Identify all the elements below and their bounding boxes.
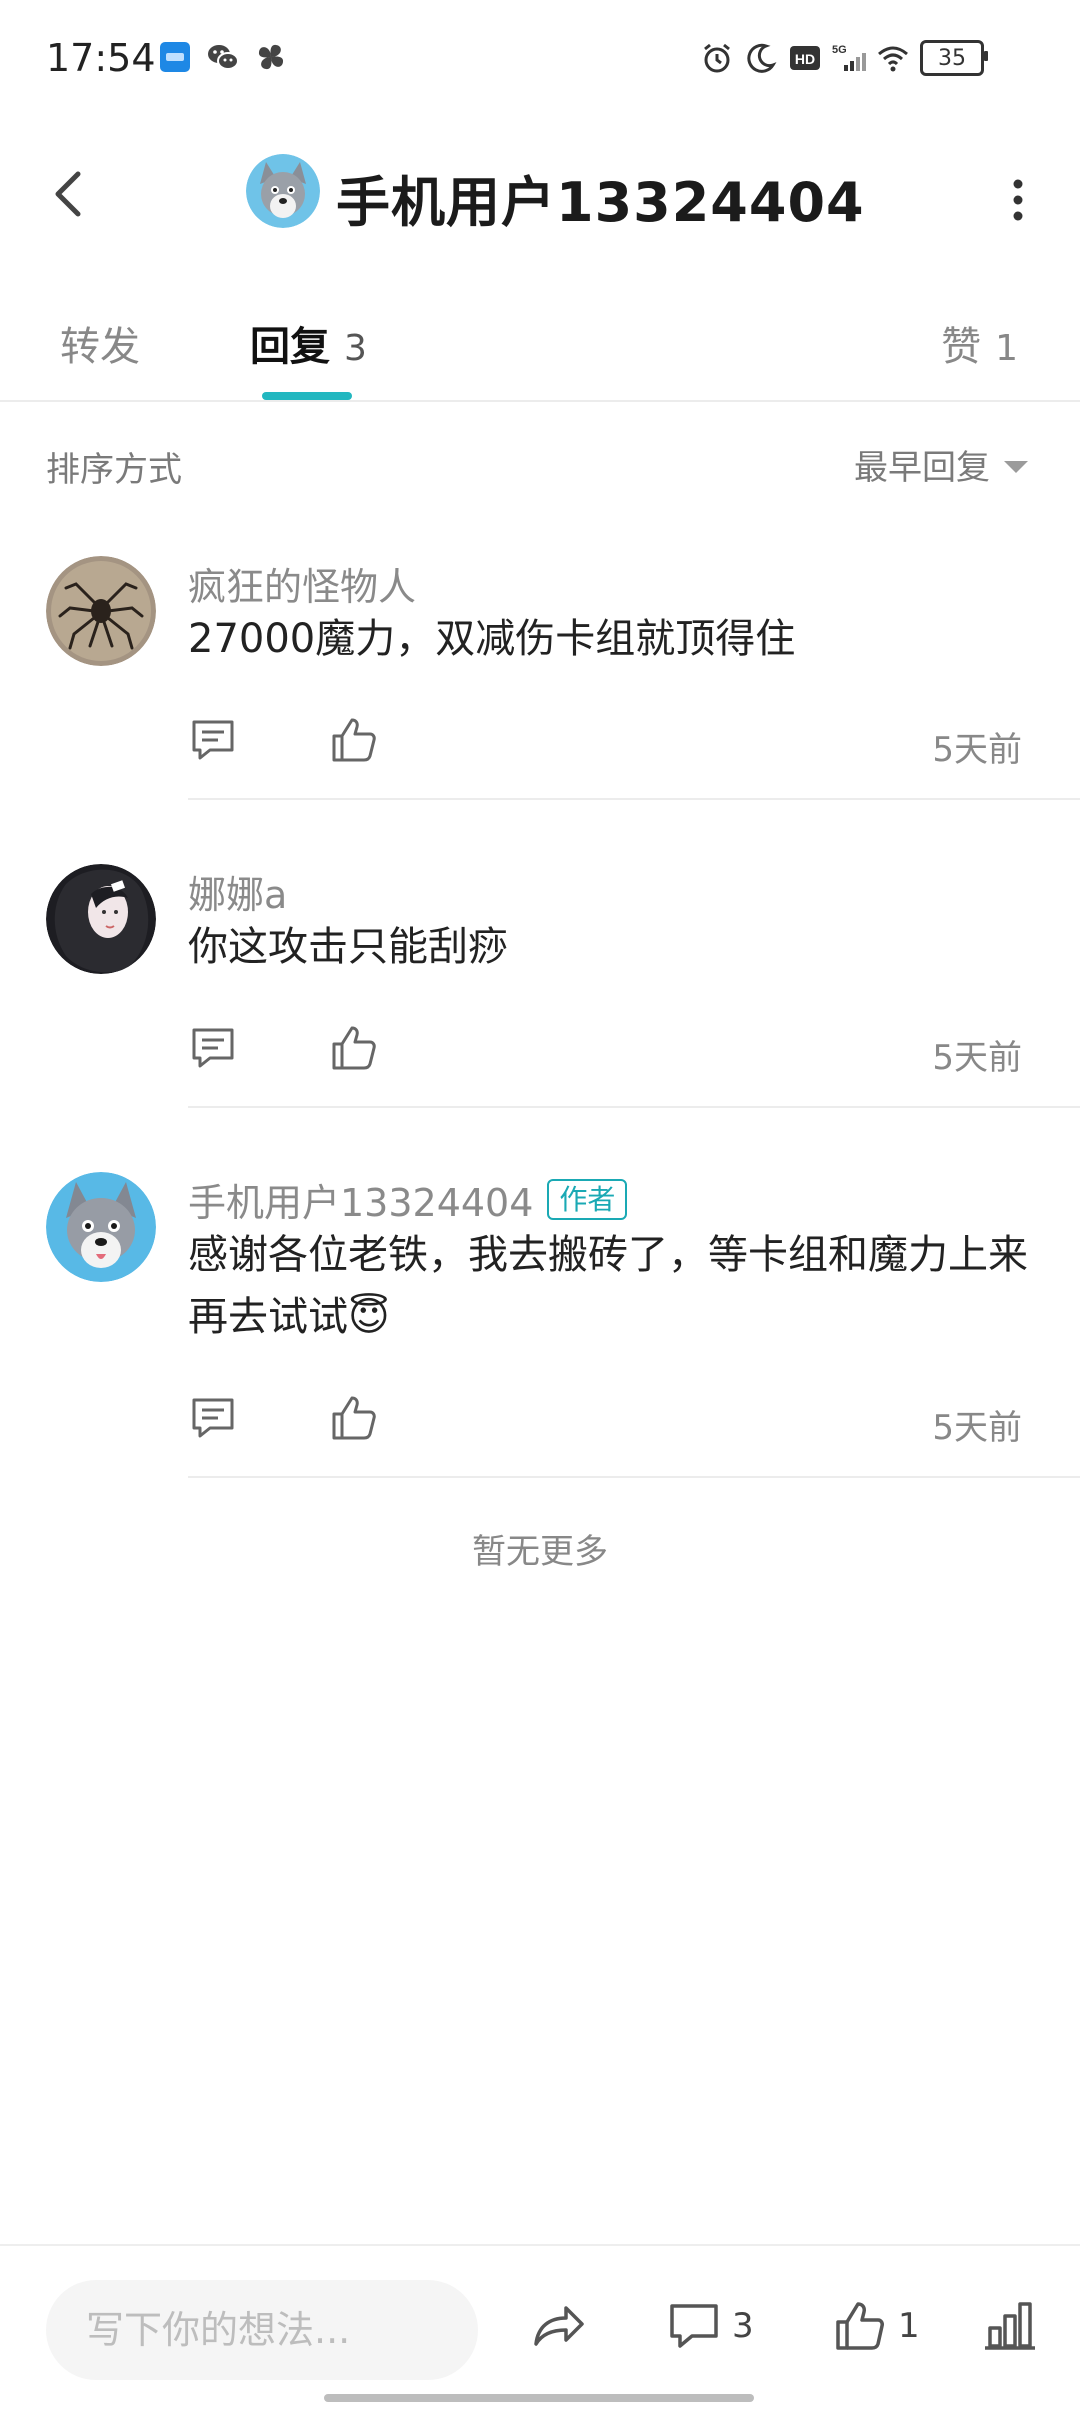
thumbs-up-icon — [836, 2302, 884, 2350]
tab-forward-label: 转发 — [60, 324, 140, 370]
avatar[interactable] — [246, 154, 320, 228]
tab-like-label: 赞 — [941, 324, 982, 370]
divider — [188, 1106, 1080, 1108]
comment-text: 你这攻击只能刮痧 — [188, 924, 508, 970]
comment-input[interactable] — [46, 2280, 478, 2380]
status-right-icons: HD 5G 35 — [700, 40, 988, 76]
comment-icon[interactable] — [188, 714, 240, 766]
header: 手机用户13324404 — [0, 140, 1080, 250]
back-icon[interactable] — [40, 164, 100, 224]
comment-icon[interactable] — [188, 1022, 240, 1074]
status-bar: 17:54 HD 5G 35 — [0, 0, 1080, 120]
page-title: 手机用户13324404 — [336, 171, 865, 234]
active-tab-indicator — [262, 392, 352, 400]
comment-time: 5天前 — [932, 1038, 1022, 1078]
tab-forward[interactable]: 转发 — [60, 314, 140, 372]
hd-icon: HD — [790, 46, 820, 70]
avatar[interactable] — [46, 864, 156, 974]
tab-reply-label: 回复 — [250, 324, 330, 370]
wifi-icon — [878, 46, 908, 72]
stats-icon — [985, 2302, 1035, 2350]
chevron-down-icon — [1004, 460, 1028, 473]
sort-row: 排序方式 最早回复 — [0, 426, 1080, 496]
comment-button[interactable]: 3 — [666, 2296, 754, 2356]
tab-bar: 转发 回复 3 赞1 — [0, 286, 1080, 402]
like-count: 1 — [898, 2306, 920, 2346]
stats-button[interactable] — [982, 2296, 1038, 2356]
moon-icon — [747, 43, 777, 73]
author-badge: 作者 — [547, 1178, 628, 1221]
battery-indicator: 35 — [920, 40, 988, 76]
comment-icon[interactable] — [188, 1392, 240, 1444]
username-text: 疯狂的怪物人 — [188, 565, 417, 609]
comment-username[interactable]: 娜娜a — [188, 864, 287, 919]
comment-text: 感谢各位老铁，我去搬砖了，等卡组和魔力上来再去试试😇 — [188, 1232, 1028, 1340]
like-button[interactable]: 1 — [832, 2296, 920, 2356]
comment-icon — [670, 2304, 718, 2348]
pinwheel-icon — [258, 44, 284, 70]
svg-text:HD: HD — [795, 51, 815, 67]
comment-username[interactable]: 疯狂的怪物人 — [188, 556, 416, 611]
alarm-icon — [704, 43, 730, 73]
username-text: 手机用户13324404 — [188, 1181, 534, 1225]
comment-time: 5天前 — [932, 730, 1022, 770]
tab-like[interactable]: 赞1 — [941, 314, 1018, 372]
share-button[interactable] — [528, 2296, 588, 2356]
no-more-text: 暂无更多 — [472, 1532, 608, 1572]
comment-actions: 5天前 — [188, 714, 1034, 770]
tab-reply-count: 3 — [344, 328, 367, 369]
comment-time: 5天前 — [932, 1408, 1022, 1448]
thumbs-up-icon[interactable] — [328, 1392, 380, 1444]
bottom-action-bar: 3 1 — [0, 2244, 1080, 2410]
thumbs-up-icon[interactable] — [328, 1022, 380, 1074]
tab-like-count: 1 — [995, 328, 1018, 369]
status-app-icons — [158, 40, 288, 74]
blue-app-icon — [160, 42, 190, 72]
wechat-icon — [208, 45, 239, 70]
divider — [188, 798, 1080, 800]
comment-text: 27000魔力，双减伤卡组就顶得住 — [188, 616, 796, 662]
sort-value: 最早回复 — [854, 448, 990, 488]
share-icon — [534, 2306, 584, 2346]
5g-signal-icon: 5G — [832, 44, 866, 71]
comment-count: 3 — [732, 2306, 754, 2346]
home-indicator[interactable] — [324, 2394, 754, 2402]
username-text: 娜娜a — [188, 873, 288, 917]
status-time: 17:54 — [46, 36, 156, 80]
thumbs-up-icon[interactable] — [328, 714, 380, 766]
sort-label: 排序方式 — [46, 450, 182, 490]
sort-dropdown[interactable]: 最早回复 — [854, 440, 1028, 489]
comment-username[interactable]: 手机用户13324404 作者 — [188, 1172, 628, 1227]
divider — [188, 1476, 1080, 1478]
tab-reply[interactable]: 回复 3 — [250, 314, 367, 372]
avatar[interactable] — [46, 1172, 156, 1282]
comment-actions: 5天前 — [188, 1022, 1034, 1078]
more-icon[interactable] — [1006, 170, 1030, 230]
svg-text:5G: 5G — [832, 44, 847, 56]
avatar[interactable] — [46, 556, 156, 666]
comment-actions: 5天前 — [188, 1392, 1034, 1448]
